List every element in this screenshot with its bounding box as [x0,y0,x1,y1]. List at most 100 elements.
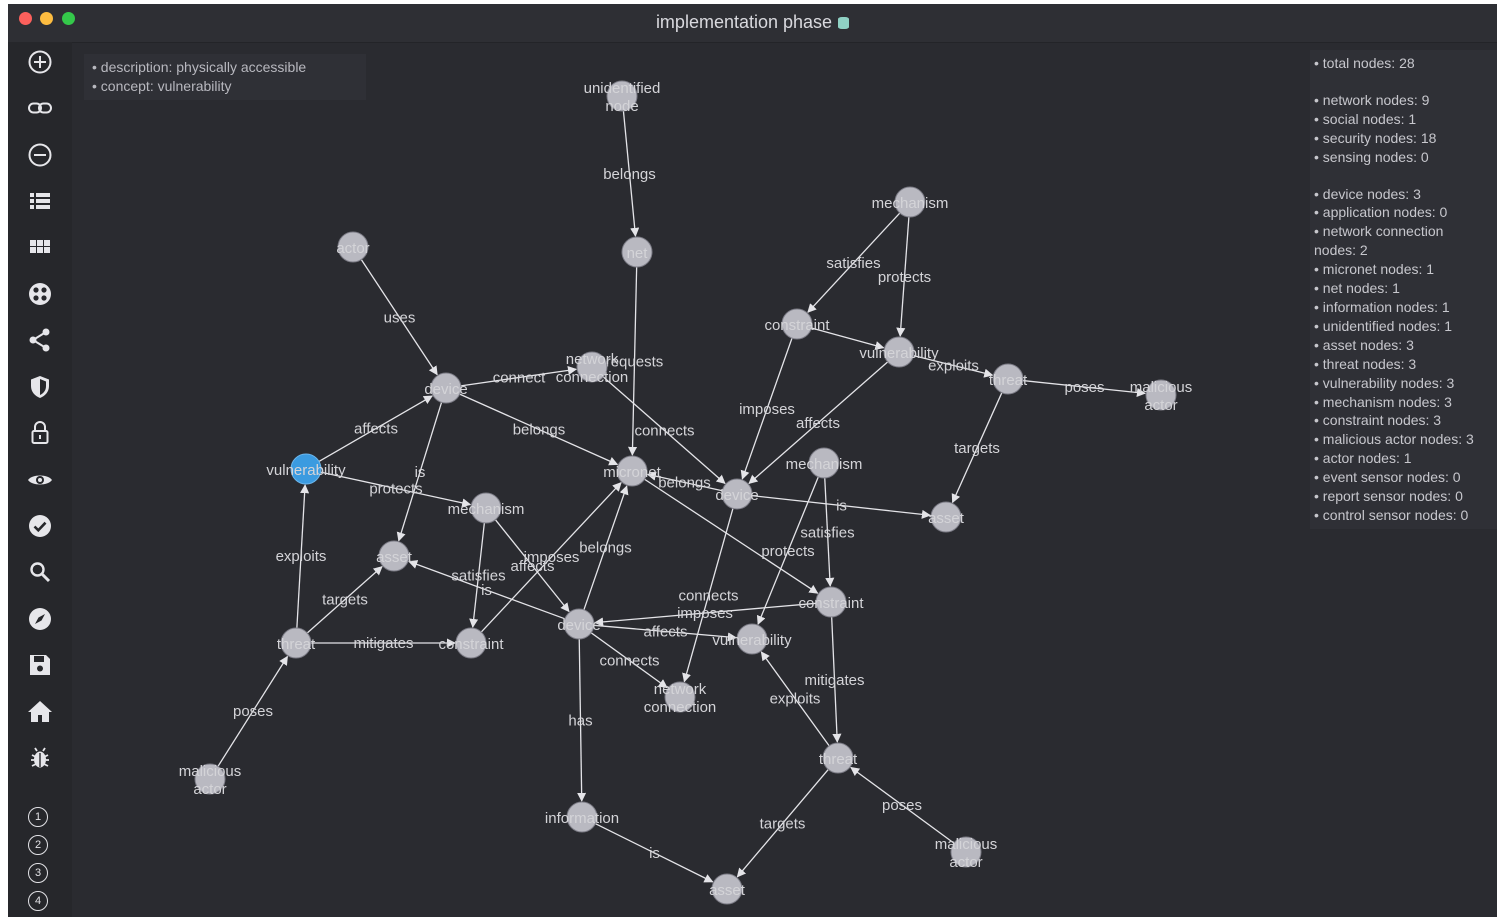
share-icon [29,328,50,352]
save-icon [30,655,50,675]
layout-4-button[interactable]: 4 [28,891,48,911]
graph-node[interactable]: constraint [438,627,504,659]
stat-vulnerability-nodes: • vulnerability nodes: 3 [1314,374,1455,391]
graph-node[interactable]: device [424,372,468,404]
graph-node[interactable]: constraint [764,308,830,340]
node-label: connection [644,699,717,716]
view-button[interactable] [24,464,56,496]
stat-information-nodes: • information nodes: 1 [1314,298,1450,315]
node-label: mechanism [448,501,525,518]
home-icon [28,701,52,722]
search-button[interactable] [24,556,56,588]
link-button[interactable] [24,92,56,124]
edge-label: poses [1064,379,1104,396]
add-node-button[interactable] [24,46,56,78]
graph-node[interactable]: networkconnection [644,681,717,716]
list-view-button[interactable] [24,185,56,217]
stat-constraint-nodes: • constraint nodes: 3 [1314,412,1442,429]
edge-label: is [415,464,426,481]
graph-node[interactable]: networkconnection [556,351,629,386]
edge-label: satisfies [800,525,854,542]
node-stats-panel: • total nodes: 28 • network nodes: 9 • s… [1310,50,1497,529]
edge-label: affects [644,624,688,641]
nodes-layer[interactable]: unidentifiednode net actor mechanism constra… [179,80,1193,905]
graph-node[interactable]: net [621,236,653,268]
stat-security-nodes: • security nodes: 18 [1314,129,1437,146]
graph-svg[interactable]: belongsrequestsusessatisfiesprotectsimpo… [72,42,1497,917]
edge-label: imposes [524,549,580,566]
layout-2-button[interactable]: 2 [28,835,48,855]
minus-circle-icon [28,143,52,167]
edge-label: belongs [603,166,656,183]
remove-node-button[interactable] [24,139,56,171]
node-label: vulnerability [859,345,939,362]
edge-label: connects [678,588,738,605]
grid-view-button[interactable] [24,231,56,263]
node-label: network [654,681,707,698]
node-label: actor [949,854,982,871]
layout-3-button[interactable]: 3 [28,863,48,883]
link-icon [28,102,52,114]
graph-node[interactable]: information [545,801,619,833]
unlock-icon [31,421,49,444]
selection-info-panel: • description: physically accessible • c… [84,54,366,100]
dots-circle-icon [29,283,51,305]
graph-node[interactable]: vulnerability [266,453,346,485]
debug-button[interactable] [24,742,56,774]
edge-label: imposes [677,605,733,622]
graph-node[interactable]: actor [336,231,370,263]
check-circle-icon [29,515,51,537]
edge-label: exploits [770,691,821,708]
graph-node[interactable]: mechanism [786,447,863,479]
share-button[interactable] [24,324,56,356]
graph-node[interactable]: maliciousactor [935,836,998,871]
edge-label: is [836,498,847,515]
save-button[interactable] [24,649,56,681]
add-circle-icon [28,50,52,74]
graph-node[interactable]: mechanism [448,492,525,524]
graph-node[interactable]: device [715,478,759,510]
search-icon [30,562,51,583]
graph-node[interactable]: constraint [798,586,864,618]
graph-node[interactable]: asset [928,501,965,533]
node-label: vulnerability [712,632,792,649]
security-button[interactable] [24,371,56,403]
node-label: constraint [764,317,830,334]
edge-label: belongs [513,422,566,439]
edge-label: has [568,713,592,730]
edge-label: protects [878,269,931,286]
edge-label: connects [634,423,694,440]
edge-label: satisfies [451,568,505,585]
edge-label: poses [233,703,273,720]
node-label: net [627,245,649,262]
node-label: threat [819,751,858,768]
node-label: unidentified [584,80,661,97]
graph-node[interactable]: mechanism [872,186,949,218]
layout-1-button[interactable]: 1 [28,807,48,827]
graph-node[interactable]: micronet [603,455,662,487]
compass-icon [29,608,51,630]
home-button[interactable] [24,696,56,728]
explore-button[interactable] [24,603,56,635]
node-label: threat [277,636,316,653]
graph-node[interactable]: threat [277,627,316,659]
node-label: actor [193,781,226,798]
graph-node[interactable]: maliciousactor [1130,379,1193,414]
node-label: constraint [438,636,504,653]
graph-node[interactable]: threat [989,363,1028,395]
graph-node[interactable]: maliciousactor [179,763,242,798]
node-label: information [545,810,619,827]
network-view-button[interactable] [24,278,56,310]
validate-button[interactable] [24,510,56,542]
title-bar: implementation phase [8,4,1497,43]
graph-node[interactable]: vulnerability [712,623,792,655]
stat-social-nodes: • social nodes: 1 [1314,110,1417,127]
node-label: vulnerability [266,462,346,479]
graph-node[interactable]: asset [709,873,746,905]
node-label: mechanism [786,456,863,473]
graph-canvas[interactable]: belongs requests uses satisfies protects impo… [72,42,1497,917]
graph-node[interactable]: unidentifiednode [584,80,661,115]
node-label: device [715,487,758,504]
unlock-button[interactable] [24,417,56,449]
stat-malicious-actor-nodes: • malicious actor nodes: 3 [1314,431,1474,448]
